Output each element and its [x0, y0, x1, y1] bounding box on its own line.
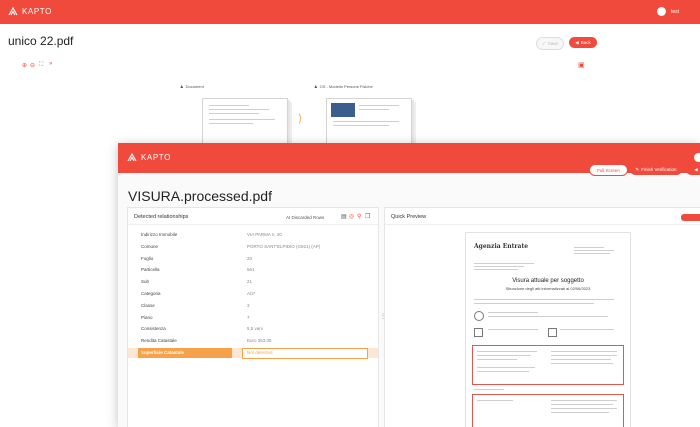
fullscreen-icon[interactable]: ⛶: [39, 62, 43, 69]
avatar[interactable]: [694, 153, 700, 162]
row-key: Rendita Catastale: [141, 338, 177, 344]
preview-badge: [681, 214, 700, 221]
page-title: unico 22.pdf: [8, 34, 74, 48]
page-title: VISURA.processed.pdf: [128, 188, 272, 204]
back-logo: KAPTO: [8, 7, 52, 16]
table-row[interactable]: Foglio 20: [128, 254, 378, 264]
target-icon[interactable]: ◎: [349, 213, 354, 220]
row-key: Consistenza: [141, 326, 166, 332]
preview-highlight-box: [472, 345, 624, 385]
preview-heading: Visura attuale per soggetto: [512, 278, 584, 284]
panel-title: Quick Preview: [391, 214, 427, 220]
save-icon: ✓: [541, 40, 546, 46]
chevron-divider-icon: ⟩: [298, 113, 303, 125]
zoom-out-icon[interactable]: ⊖: [30, 62, 35, 69]
row-value: A/2*: [247, 291, 256, 296]
expand-icon[interactable]: »: [49, 61, 52, 67]
arrow-left-icon: ◀: [575, 39, 579, 45]
row-key: Indirizzo Immobile: [141, 232, 178, 237]
grid-icon[interactable]: ▤: [341, 213, 347, 220]
back-logo-text: KAPTO: [22, 7, 52, 16]
row-value: 561: [247, 267, 255, 273]
user-label[interactable]: test: [671, 9, 679, 15]
table-row[interactable]: Categoria A/2*: [128, 289, 378, 299]
preview-highlight-box: [472, 394, 624, 427]
row-key: Foglio: [141, 255, 154, 261]
row-key: Sub: [141, 279, 150, 285]
row-value: Euro 353,05: [247, 338, 272, 344]
preview-document: Agenzia Entrate Visura attuale per sogge…: [465, 232, 631, 427]
row-value: PORTO SANT'ELPIDIO (G921) (AP): [247, 243, 321, 249]
row-key: Particella: [141, 267, 160, 273]
table-row[interactable]: Consistenza 5,5 vani: [128, 324, 378, 334]
table-row[interactable]: Particella 561: [128, 265, 378, 275]
full-screen-button[interactable]: Full Screen: [589, 164, 628, 176]
row-value: VIA PARMA n. 20: [247, 232, 282, 237]
table-row[interactable]: Sub 21: [128, 277, 378, 287]
row-value[interactable]: Not detected: [247, 350, 273, 355]
back-button[interactable]: ◀: [686, 164, 700, 175]
panel-title: Detected relationships: [134, 214, 189, 220]
zoom-in-icon[interactable]: ⊕: [22, 62, 27, 69]
table-row[interactable]: Indirizzo Immobile VIA PARMA n. 20: [128, 230, 378, 240]
front-logo-text: KAPTO: [141, 153, 171, 162]
pdf-icon[interactable]: ▣: [578, 61, 585, 69]
row-value: 20: [247, 255, 253, 261]
copy-icon[interactable]: ❐: [365, 213, 370, 220]
row-key: Categoria: [141, 291, 161, 296]
row-value: 7: [247, 314, 250, 320]
row-value: 5,5 vani: [247, 326, 263, 332]
row-value: 21: [247, 279, 253, 285]
table-row[interactable]: Classe 3: [128, 301, 378, 311]
back-button[interactable]: ◀ Back: [569, 37, 597, 48]
filter-icon[interactable]: ⚲: [357, 213, 361, 220]
table-row[interactable]: Superficie Catastale Not detected: [128, 348, 378, 359]
row-key: Piano: [141, 314, 153, 320]
detected-relationships-panel: Detected relationships AI Discarded Rows…: [127, 207, 379, 427]
arrow-left-icon: ◀: [694, 166, 698, 172]
front-window: KAPTO VISURA.processed.pdf Full Screen ✎…: [118, 143, 700, 427]
back-topbar: KAPTO test: [0, 0, 700, 24]
table-row[interactable]: Rendita Catastale Euro 353,05: [128, 336, 378, 346]
row-key: Classe: [141, 302, 155, 308]
table-row[interactable]: Piano 7: [128, 313, 378, 323]
person-icon: ♟: [180, 84, 184, 89]
quick-preview-panel: Quick Preview Agenzia Entrate Visura att…: [384, 207, 700, 427]
discarded-rows-label[interactable]: AI Discarded Rows: [286, 215, 324, 220]
agency-logo: Agenzia Entrate: [474, 243, 529, 250]
save-button[interactable]: ✓ Save: [536, 37, 564, 50]
kapto-logo-icon: [127, 153, 137, 162]
front-logo: KAPTO: [127, 153, 171, 162]
avatar[interactable]: [657, 7, 666, 16]
kapto-logo-icon: [8, 7, 18, 16]
table-row[interactable]: Comune PORTO SANT'ELPIDIO (G921) (AP): [128, 242, 378, 252]
finish-verification-button[interactable]: ✎ Finish Verification: [630, 164, 682, 175]
row-key: Superficie Catastale: [141, 350, 185, 355]
preview-subheading: Situazione degli atti informatizzati al …: [505, 286, 591, 291]
row-key: Comune: [141, 243, 159, 249]
pencil-icon: ✎: [635, 166, 640, 172]
person-icon: ♟: [314, 84, 318, 89]
row-value: 3: [247, 302, 250, 308]
